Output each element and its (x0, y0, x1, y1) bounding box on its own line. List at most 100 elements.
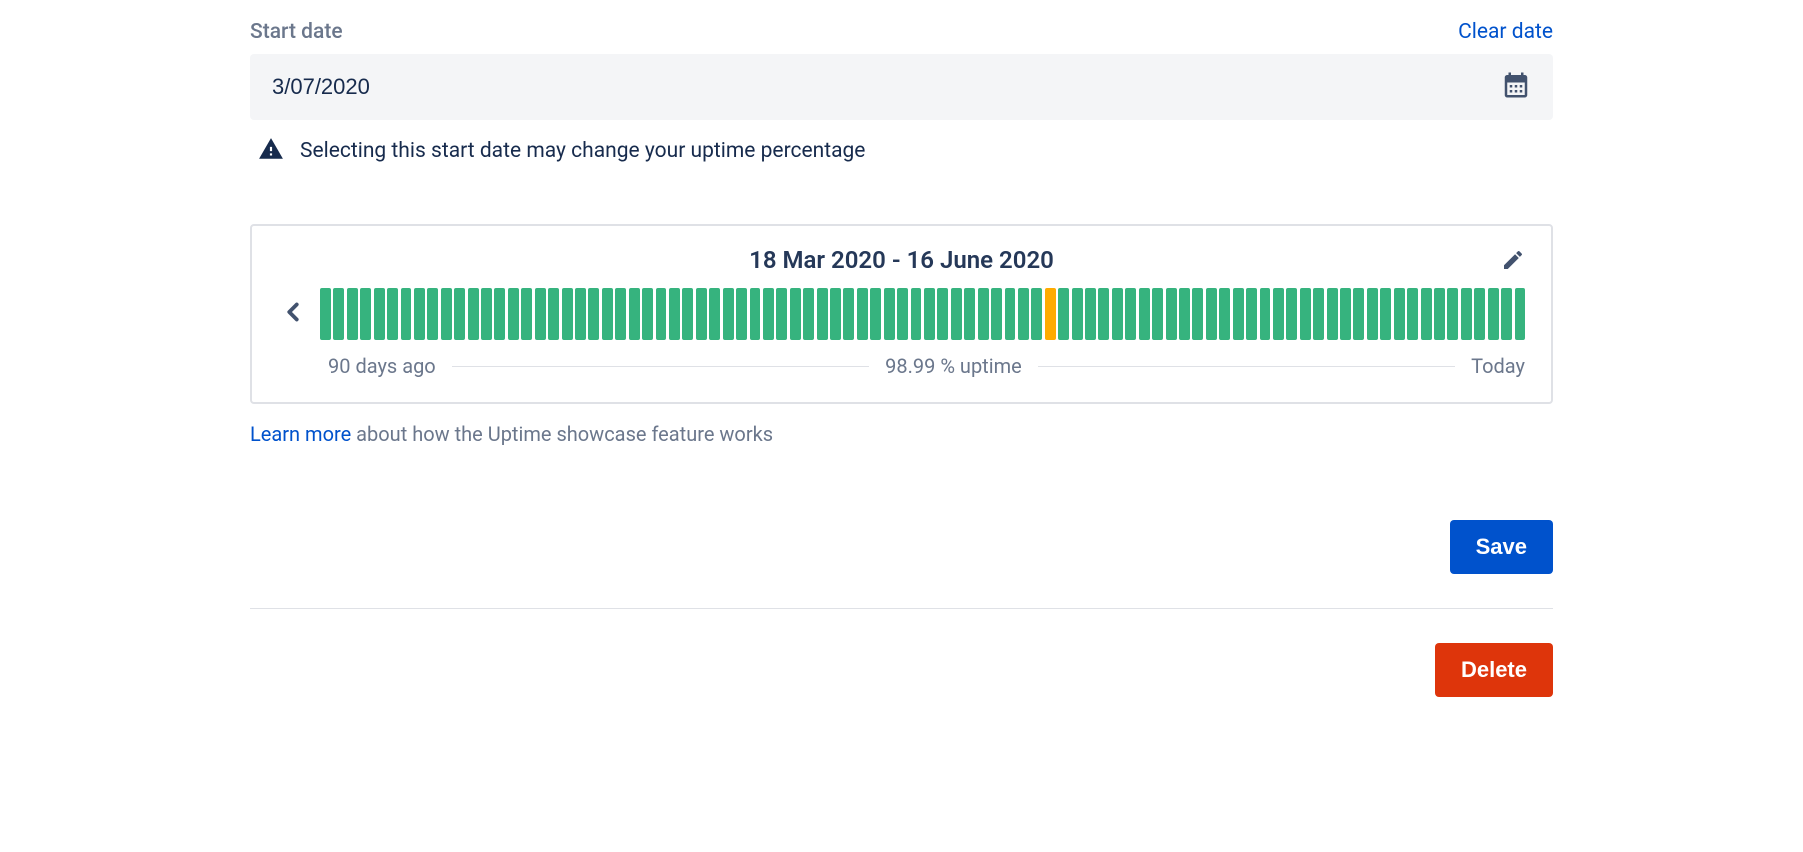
uptime-bar[interactable] (1407, 288, 1418, 340)
uptime-bar[interactable] (763, 288, 774, 340)
uptime-bar[interactable] (991, 288, 1002, 340)
uptime-bar[interactable] (1098, 288, 1109, 340)
uptime-bar[interactable] (696, 288, 707, 340)
uptime-bar[interactable] (508, 288, 519, 340)
uptime-bar[interactable] (1340, 288, 1351, 340)
uptime-bar[interactable] (1447, 288, 1458, 340)
uptime-bar[interactable] (535, 288, 546, 340)
chevron-left-icon[interactable] (278, 297, 308, 331)
uptime-bar[interactable] (1501, 288, 1512, 340)
uptime-bar[interactable] (1233, 288, 1244, 340)
uptime-bar[interactable] (1421, 288, 1432, 340)
uptime-bar[interactable] (870, 288, 881, 340)
uptime-bar[interactable] (562, 288, 573, 340)
uptime-bar[interactable] (937, 288, 948, 340)
uptime-bar[interactable] (656, 288, 667, 340)
uptime-bar[interactable] (790, 288, 801, 340)
uptime-bar[interactable] (1488, 288, 1499, 340)
uptime-bar[interactable] (1515, 288, 1526, 340)
uptime-bar[interactable] (669, 288, 680, 340)
uptime-bar[interactable] (1434, 288, 1445, 340)
uptime-bar[interactable] (911, 288, 922, 340)
uptime-bar[interactable] (1166, 288, 1177, 340)
uptime-bar[interactable] (1474, 288, 1485, 340)
uptime-bar[interactable] (736, 288, 747, 340)
uptime-bar[interactable] (682, 288, 693, 340)
uptime-bar[interactable] (978, 288, 989, 340)
uptime-bar[interactable] (1367, 288, 1378, 340)
uptime-bar[interactable] (441, 288, 452, 340)
uptime-bar[interactable] (1018, 288, 1029, 340)
delete-button[interactable]: Delete (1435, 643, 1553, 697)
uptime-bar[interactable] (629, 288, 640, 340)
uptime-bar[interactable] (1139, 288, 1150, 340)
uptime-bar[interactable] (1286, 288, 1297, 340)
uptime-bar[interactable] (427, 288, 438, 340)
uptime-bars (320, 288, 1525, 340)
uptime-bar[interactable] (843, 288, 854, 340)
uptime-bar[interactable] (750, 288, 761, 340)
uptime-bar[interactable] (1005, 288, 1016, 340)
uptime-bar[interactable] (1260, 288, 1271, 340)
uptime-bar[interactable] (723, 288, 734, 340)
uptime-bar[interactable] (1058, 288, 1069, 340)
uptime-bar[interactable] (857, 288, 868, 340)
uptime-bar[interactable] (374, 288, 385, 340)
uptime-bar[interactable] (1192, 288, 1203, 340)
uptime-bar[interactable] (588, 288, 599, 340)
uptime-bar[interactable] (521, 288, 532, 340)
uptime-bar[interactable] (1461, 288, 1472, 340)
uptime-bar[interactable] (1353, 288, 1364, 340)
uptime-bar[interactable] (387, 288, 398, 340)
uptime-bar[interactable] (776, 288, 787, 340)
uptime-bar[interactable] (924, 288, 935, 340)
uptime-bar[interactable] (1273, 288, 1284, 340)
uptime-bar[interactable] (454, 288, 465, 340)
uptime-bar[interactable] (1045, 288, 1056, 340)
uptime-bar[interactable] (884, 288, 895, 340)
uptime-bar[interactable] (1394, 288, 1405, 340)
uptime-bar[interactable] (1219, 288, 1230, 340)
uptime-bar[interactable] (1152, 288, 1163, 340)
uptime-bar[interactable] (1031, 288, 1042, 340)
uptime-bar[interactable] (347, 288, 358, 340)
uptime-bar[interactable] (1072, 288, 1083, 340)
uptime-bar[interactable] (897, 288, 908, 340)
uptime-bar[interactable] (709, 288, 720, 340)
uptime-bar[interactable] (803, 288, 814, 340)
uptime-bar[interactable] (1112, 288, 1123, 340)
uptime-bar[interactable] (1246, 288, 1257, 340)
uptime-bar[interactable] (1085, 288, 1096, 340)
uptime-bar[interactable] (320, 288, 331, 340)
uptime-bar[interactable] (964, 288, 975, 340)
edit-icon[interactable] (1501, 248, 1525, 276)
uptime-bar[interactable] (1125, 288, 1136, 340)
uptime-bar[interactable] (615, 288, 626, 340)
uptime-bar[interactable] (1179, 288, 1190, 340)
uptime-bar[interactable] (414, 288, 425, 340)
uptime-bar[interactable] (360, 288, 371, 340)
start-date-input[interactable] (272, 74, 1501, 100)
uptime-bar[interactable] (548, 288, 559, 340)
uptime-bar[interactable] (1380, 288, 1391, 340)
uptime-bar[interactable] (575, 288, 586, 340)
date-input-container[interactable] (250, 54, 1553, 120)
uptime-bar[interactable] (1206, 288, 1217, 340)
uptime-bar[interactable] (602, 288, 613, 340)
uptime-bar[interactable] (401, 288, 412, 340)
uptime-bar[interactable] (830, 288, 841, 340)
uptime-bar[interactable] (481, 288, 492, 340)
uptime-bar[interactable] (817, 288, 828, 340)
uptime-bar[interactable] (1300, 288, 1311, 340)
uptime-bar[interactable] (951, 288, 962, 340)
learn-more-link[interactable]: Learn more (250, 422, 351, 446)
uptime-bar[interactable] (1313, 288, 1324, 340)
save-button[interactable]: Save (1450, 520, 1553, 574)
uptime-bar[interactable] (333, 288, 344, 340)
uptime-bar[interactable] (494, 288, 505, 340)
uptime-bar[interactable] (468, 288, 479, 340)
uptime-bar[interactable] (642, 288, 653, 340)
clear-date-link[interactable]: Clear date (1458, 20, 1553, 44)
calendar-icon[interactable] (1501, 70, 1531, 104)
uptime-bar[interactable] (1327, 288, 1338, 340)
